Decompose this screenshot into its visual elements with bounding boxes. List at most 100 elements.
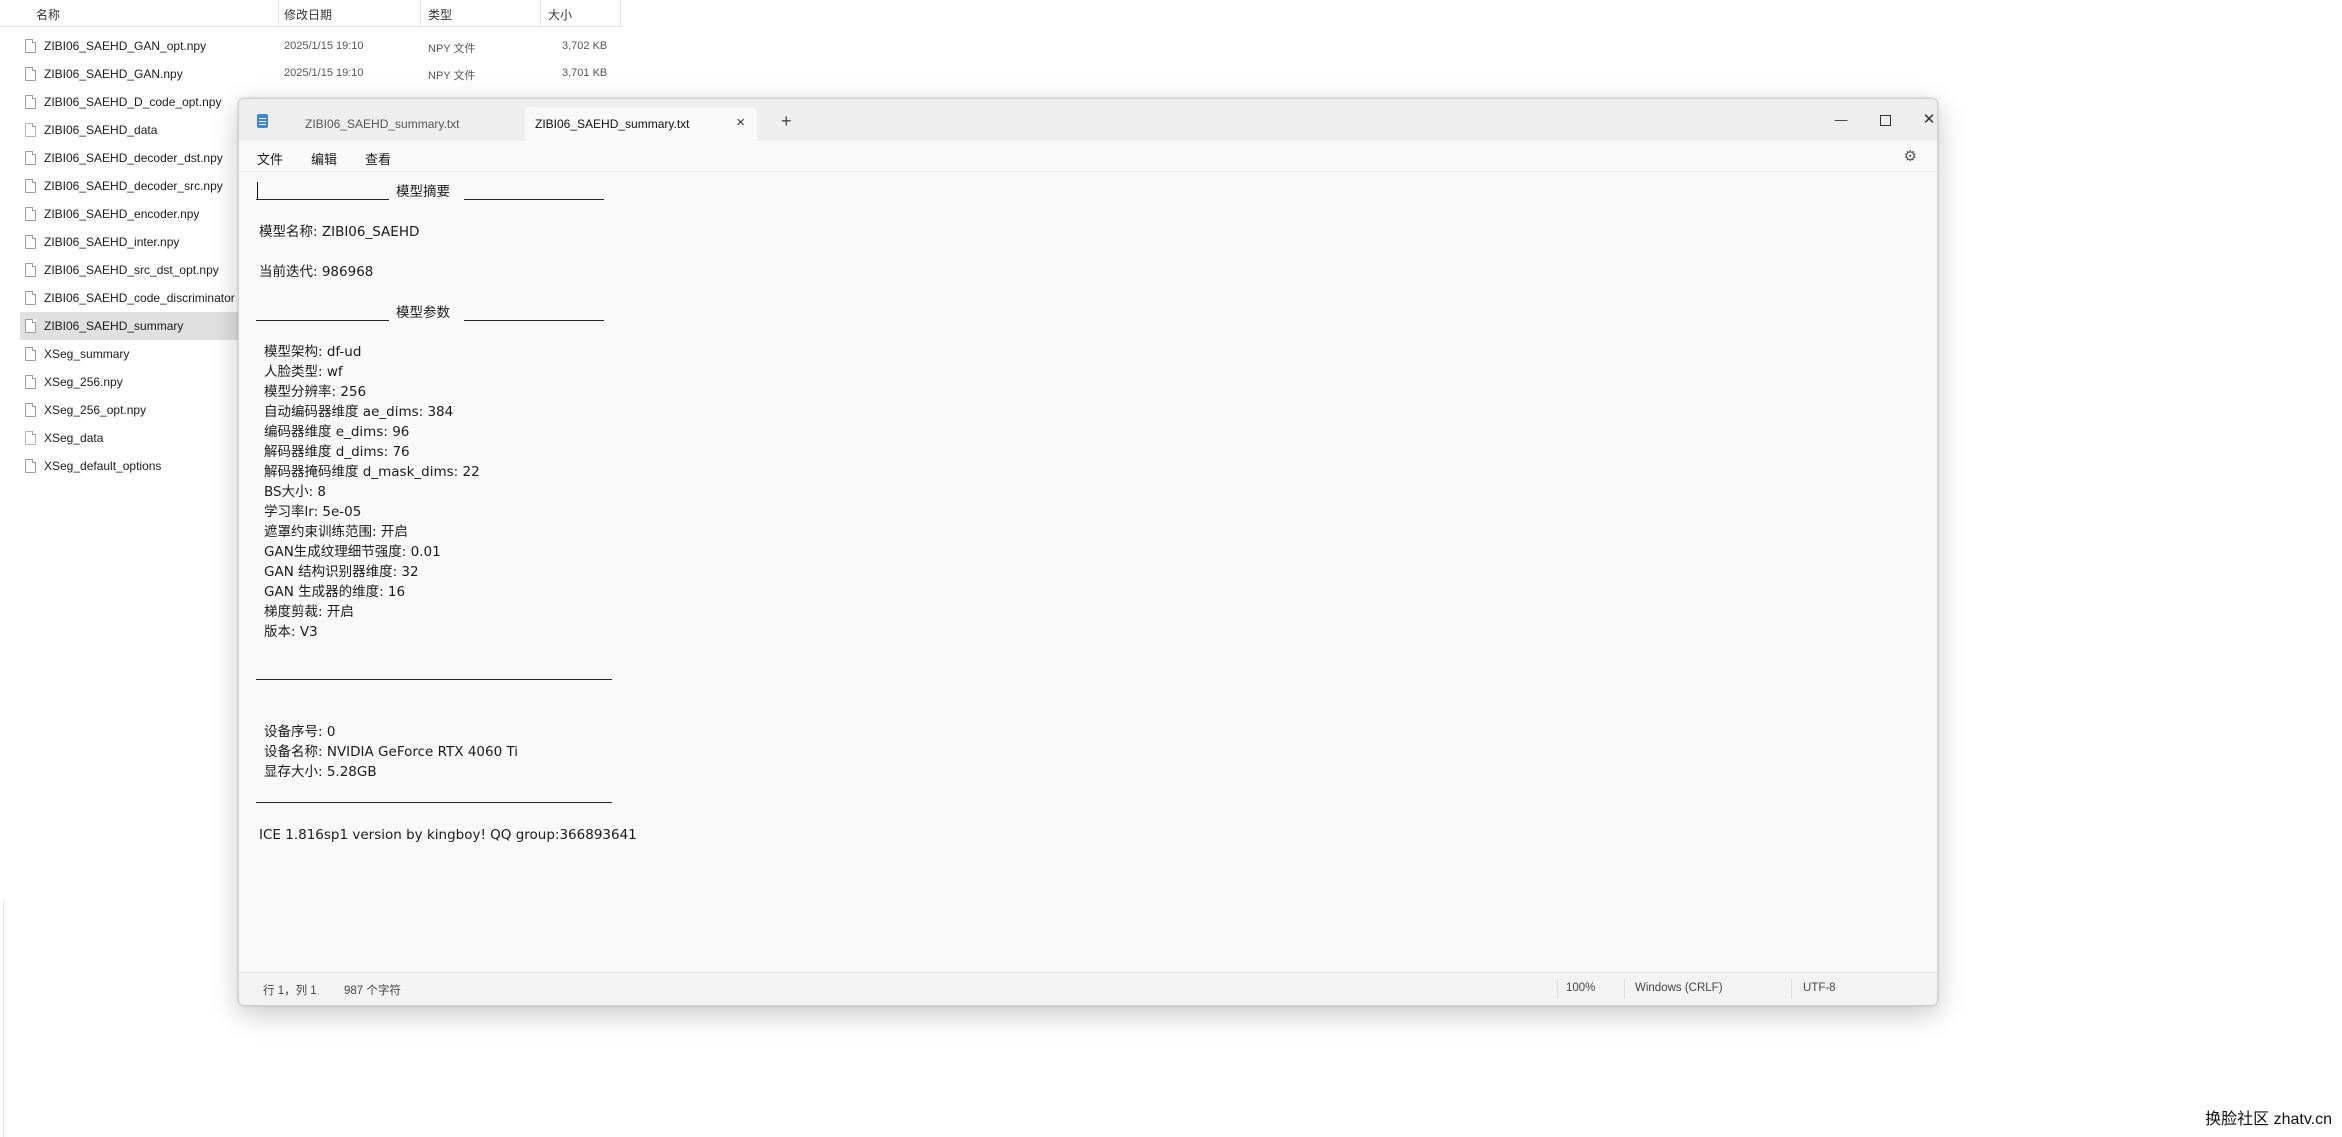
header-model-params: 模型参数 [396,305,450,321]
file-date: 2025/1/15 19:10 [284,40,364,52]
file-row[interactable]: ZIBI06_SAEHD_src_dst_opt.npy [20,256,240,284]
device-line: 设备序号: 0 [264,724,336,740]
maximize-button[interactable] [1863,107,1907,133]
file-icon [25,263,36,277]
menu-view[interactable]: 查看 [361,147,395,170]
param-line: 人脸类型: wf [264,364,343,380]
menu-file[interactable]: 文件 [253,147,287,170]
file-name: ZIBI06_SAEHD_GAN.npy [44,67,183,81]
notepad-app-icon [257,114,268,128]
column-modified[interactable]: 修改日期 [284,6,332,26]
close-button[interactable]: ✕ [1907,107,1937,133]
file-row[interactable]: XSeg_256.npy [20,368,240,396]
file-row[interactable]: ZIBI06_SAEHD_decoder_dst.npy [20,144,240,172]
status-bar: 行 1，列 1 987 个字符 100% Windows (CRLF) UTF-… [239,972,1937,1005]
param-line: 自动编码器维度 ae_dims: 384 [264,404,454,420]
device-line: 设备名称: NVIDIA GeForce RTX 4060 Ti [264,744,519,760]
divider-line [256,199,389,200]
file-name: XSeg_256.npy [44,375,123,389]
char-count: 987 个字符 [344,985,401,997]
iteration-line: 当前迭代: 986968 [259,264,374,280]
file-type: NPY 文件 [428,43,476,55]
tab-summary-active[interactable]: ZIBI06_SAEHD_summary.txt × [525,107,757,141]
file-name: XSeg_summary [44,347,130,361]
line-ending[interactable]: Windows (CRLF) [1635,982,1723,994]
tab-label: ZIBI06_SAEHD_summary.txt [535,117,690,131]
menu-edit[interactable]: 编辑 [307,147,341,170]
text-caret [257,182,258,200]
file-icon [25,403,36,417]
column-type[interactable]: 类型 [428,6,452,26]
divider-line [256,320,389,321]
maximize-icon [1879,115,1891,127]
column-size[interactable]: 大小 [548,6,572,26]
file-row[interactable]: ZIBI06_SAEHD_GAN.npy [20,60,240,88]
file-row[interactable]: ZIBI06_SAEHD_encoder.npy [20,200,240,228]
file-name: XSeg_256_opt.npy [44,403,147,417]
param-line: 学习率lr: 5e-05 [264,504,362,520]
notepad-window: ZIBI06_SAEHD_summary.txt ZIBI06_SAEHD_su… [238,98,1938,1006]
file-row[interactable]: ZIBI06_SAEHD_D_code_opt.npy [20,88,240,116]
file-name: ZIBI06_SAEHD_inter.npy [44,235,180,249]
footer-line: ICE 1.816sp1 version by kingboy! QQ grou… [259,827,637,843]
title-bar[interactable]: ZIBI06_SAEHD_summary.txt ZIBI06_SAEHD_su… [239,99,1937,141]
zoom-level[interactable]: 100% [1566,982,1595,994]
file-name: ZIBI06_SAEHD_D_code_opt.npy [44,95,222,109]
file-icon [25,291,36,305]
file-type: NPY 文件 [428,70,476,82]
text-editor[interactable]: 模型摘要 模型名称: ZIBI06_SAEHD 当前迭代: 986968 模型参… [239,172,1937,969]
param-line: 梯度剪裁: 开启 [264,604,354,620]
new-tab-button[interactable]: + [781,112,792,130]
minimize-button[interactable]: — [1819,107,1863,133]
file-icon [25,347,36,361]
file-name: ZIBI06_SAEHD_encoder.npy [44,207,200,221]
file-name: ZIBI06_SAEHD_code_discriminator [44,291,235,305]
file-icon [25,319,36,333]
param-line: 编码器维度 e_dims: 96 [264,424,410,440]
file-name: ZIBI06_SAEHD_decoder_src.npy [44,179,223,193]
status-divider [1624,979,1625,999]
file-row[interactable]: XSeg_default_options [20,452,240,480]
file-row[interactable]: ZIBI06_SAEHD_decoder_src.npy [20,172,240,200]
gear-icon[interactable]: ⚙ [1904,147,1917,165]
file-row[interactable]: ZIBI06_SAEHD_inter.npy [20,228,240,256]
param-line: BS大小: 8 [264,484,327,500]
close-icon: ✕ [1922,111,1936,128]
file-icon [25,95,36,109]
param-line: 解码器掩码维度 d_mask_dims: 22 [264,464,480,480]
file-row[interactable]: XSeg_256_opt.npy [20,396,240,424]
column-divider[interactable] [540,0,541,26]
column-divider[interactable] [278,0,279,26]
file-icon [25,179,36,193]
file-size: 3,701 KB [562,67,608,79]
file-date: 2025/1/15 19:10 [284,67,364,79]
file-size: 3,702 KB [562,40,608,52]
file-row-selected[interactable]: ZIBI06_SAEHD_summary [20,312,240,340]
divider-line [256,679,612,680]
file-row[interactable]: ZIBI06_SAEHD_code_discriminator [20,284,240,312]
column-divider[interactable] [420,0,421,26]
encoding[interactable]: UTF-8 [1803,982,1836,994]
divider-line [256,802,612,803]
header-model-summary: 模型摘要 [396,184,450,200]
file-icon [25,207,36,221]
column-divider[interactable] [620,0,621,26]
param-line: 模型架构: df-ud [264,344,362,360]
file-row[interactable]: ZIBI06_SAEHD_data [20,116,240,144]
device-line: 显存大小: 5.28GB [264,764,377,780]
tab-close-icon[interactable]: × [736,115,745,131]
file-icon [25,459,36,473]
param-line: 解码器维度 d_dims: 76 [264,444,410,460]
file-row[interactable]: ZIBI06_SAEHD_GAN_opt.npy [20,32,240,60]
file-icon [25,123,36,137]
file-icon [25,431,36,445]
file-row[interactable]: XSeg_data [20,424,240,452]
tab-summary-inactive[interactable]: ZIBI06_SAEHD_summary.txt [297,107,523,141]
file-row[interactable]: XSeg_summary [20,340,240,368]
divider-line [464,320,604,321]
file-icon [25,39,36,53]
status-divider [1557,979,1558,999]
column-name[interactable]: 名称 [36,6,60,26]
divider-line [464,199,604,200]
watermark-text: 换脸社区 zhatv.cn [2205,1111,2332,1128]
